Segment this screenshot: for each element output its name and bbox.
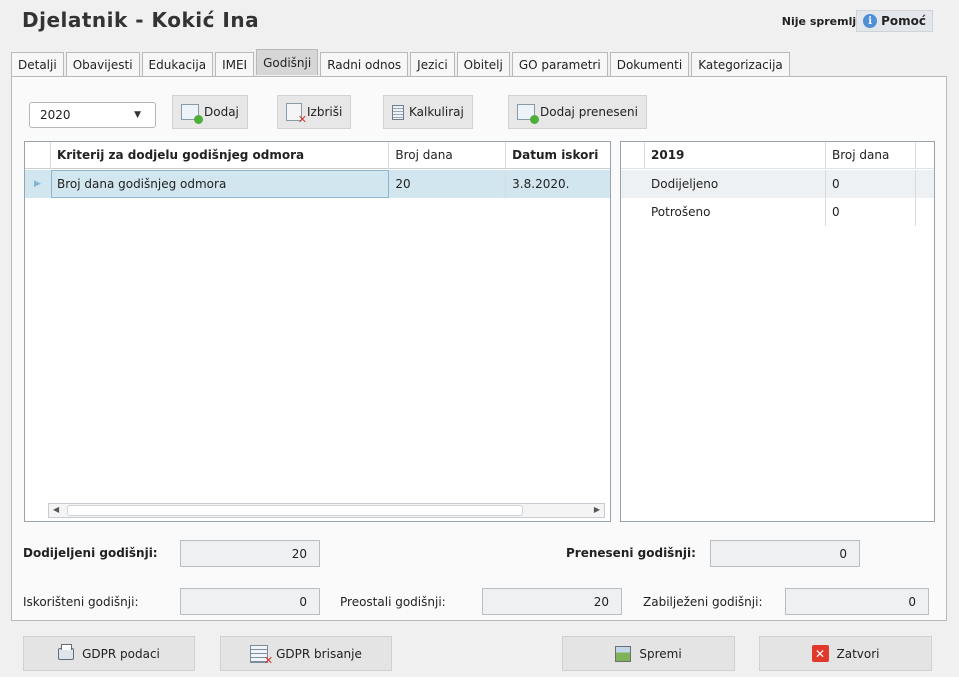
save-button[interactable]: Spremi [562, 636, 735, 671]
calculate-button-label: Kalkuliraj [409, 105, 464, 119]
scroll-left-icon[interactable]: ◀ [53, 505, 59, 514]
delete-document-icon [286, 103, 307, 126]
column-header-date[interactable]: Datum iskori [506, 142, 610, 168]
table-row[interactable]: Potrošeno 0 [621, 198, 934, 226]
tab-obitelj[interactable]: Obitelj [456, 52, 510, 76]
year-summary-header: 2019 Broj dana [621, 142, 934, 169]
add-document-icon [517, 104, 539, 124]
delete-button[interactable]: Izbriši [277, 95, 352, 129]
row-selector [621, 170, 645, 198]
scrollbar-thumb[interactable] [67, 505, 523, 516]
tab-jezici[interactable]: Jezici [410, 52, 455, 76]
assigned-label: Dodijeljeni godišnji: [23, 546, 158, 560]
table-row[interactable]: ▶ Broj dana godišnjeg odmora 20 3.8.2020… [25, 170, 610, 198]
used-field[interactable]: 0 [180, 588, 320, 615]
cell-days: 0 [826, 170, 916, 198]
tab-imei[interactable]: IMEI [215, 52, 255, 76]
cell-label: Potrošeno [645, 198, 826, 226]
gdpr-delete-button[interactable]: GDPR brisanje [220, 636, 392, 671]
add-button[interactable]: Dodaj [172, 95, 248, 129]
tab-kategorizacija[interactable]: Kategorizacija [691, 52, 790, 76]
year-select-value: 2020 [40, 108, 71, 122]
row-selector [621, 198, 645, 226]
calculator-icon [392, 104, 404, 120]
save-icon [615, 645, 632, 662]
calculate-button[interactable]: Kalkuliraj [383, 95, 473, 129]
gdpr-data-label: GDPR podaci [82, 646, 160, 661]
column-header-year[interactable]: 2019 [645, 142, 826, 168]
help-label: Pomoć [881, 14, 926, 28]
help-button[interactable]: i Pomoć [856, 10, 933, 32]
page-title: Djelatnik - Kokić Ina [22, 8, 260, 32]
gdpr-delete-label: GDPR brisanje [276, 646, 362, 661]
tab-dokumenti[interactable]: Dokumenti [609, 52, 690, 76]
close-label: Zatvori [836, 646, 880, 661]
printer-icon [58, 643, 75, 660]
cell-date[interactable]: 3.8.2020. [506, 170, 610, 198]
tab-obavijesti[interactable]: Obavijesti [65, 52, 140, 76]
year-summary-grid: 2019 Broj dana Dodijeljeno 0 Potrošeno 0 [620, 141, 935, 522]
chevron-down-icon: ▼ [134, 110, 141, 120]
list-delete-icon [250, 644, 273, 667]
close-icon: ✕ [811, 645, 829, 662]
row-selector-header [621, 142, 645, 168]
tab-edukacija[interactable]: Edukacija [141, 52, 214, 76]
row-selector-header [25, 142, 51, 168]
add-carried-button[interactable]: Dodaj preneseni [508, 95, 647, 129]
tab-godisnji[interactable]: Godišnji [256, 49, 319, 75]
add-carried-button-label: Dodaj preneseni [540, 105, 638, 119]
add-button-label: Dodaj [204, 105, 239, 119]
year-select[interactable]: 2020 ▼ [29, 102, 156, 128]
cell-label: Dodijeljeno [645, 170, 826, 198]
table-row[interactable]: Dodijeljeno 0 [621, 170, 934, 198]
cell-days[interactable]: 20 [389, 170, 507, 198]
window-header: Djelatnik - Kokić Ina Nije spremljeno i … [0, 0, 959, 40]
column-header-days[interactable]: Broj dana [826, 142, 916, 168]
close-button[interactable]: ✕ Zatvori [759, 636, 932, 671]
scroll-right-icon[interactable]: ▶ [594, 505, 600, 514]
horizontal-scrollbar[interactable]: ◀ ▶ [48, 503, 605, 518]
add-document-icon [181, 104, 203, 124]
gdpr-data-button[interactable]: GDPR podaci [23, 636, 195, 671]
carried-field[interactable]: 0 [710, 540, 860, 567]
cell-days: 0 [826, 198, 916, 226]
save-label: Spremi [639, 646, 682, 661]
remaining-label: Preostali godišnji: [340, 595, 446, 609]
assigned-field[interactable]: 20 [180, 540, 320, 567]
criteria-grid-header: Kriterij za dodjelu godišnjeg odmora Bro… [25, 142, 610, 169]
column-header-days[interactable]: Broj dana [389, 142, 507, 168]
tab-radni-odnos[interactable]: Radni odnos [320, 52, 409, 76]
row-pointer-icon: ▶ [34, 179, 41, 189]
info-icon: i [863, 14, 878, 28]
used-label: Iskorišteni godišnji: [23, 595, 139, 609]
criteria-grid: Kriterij za dodjelu godišnjeg odmora Bro… [24, 141, 611, 522]
tab-bar: Detalji Obavijesti Edukacija IMEI Godišn… [11, 49, 792, 76]
cell-criterion[interactable]: Broj dana godišnjeg odmora [50, 170, 390, 198]
remaining-field[interactable]: 20 [482, 588, 622, 615]
tab-go-parametri[interactable]: GO parametri [511, 52, 608, 76]
column-header-criterion[interactable]: Kriterij za dodjelu godišnjeg odmora [51, 142, 390, 168]
recorded-label: Zabilježeni godišnji: [643, 595, 763, 609]
carried-label: Preneseni godišnji: [566, 546, 696, 560]
delete-button-label: Izbriši [307, 105, 343, 119]
tab-detalji[interactable]: Detalji [11, 52, 64, 76]
recorded-field[interactable]: 0 [785, 588, 929, 615]
